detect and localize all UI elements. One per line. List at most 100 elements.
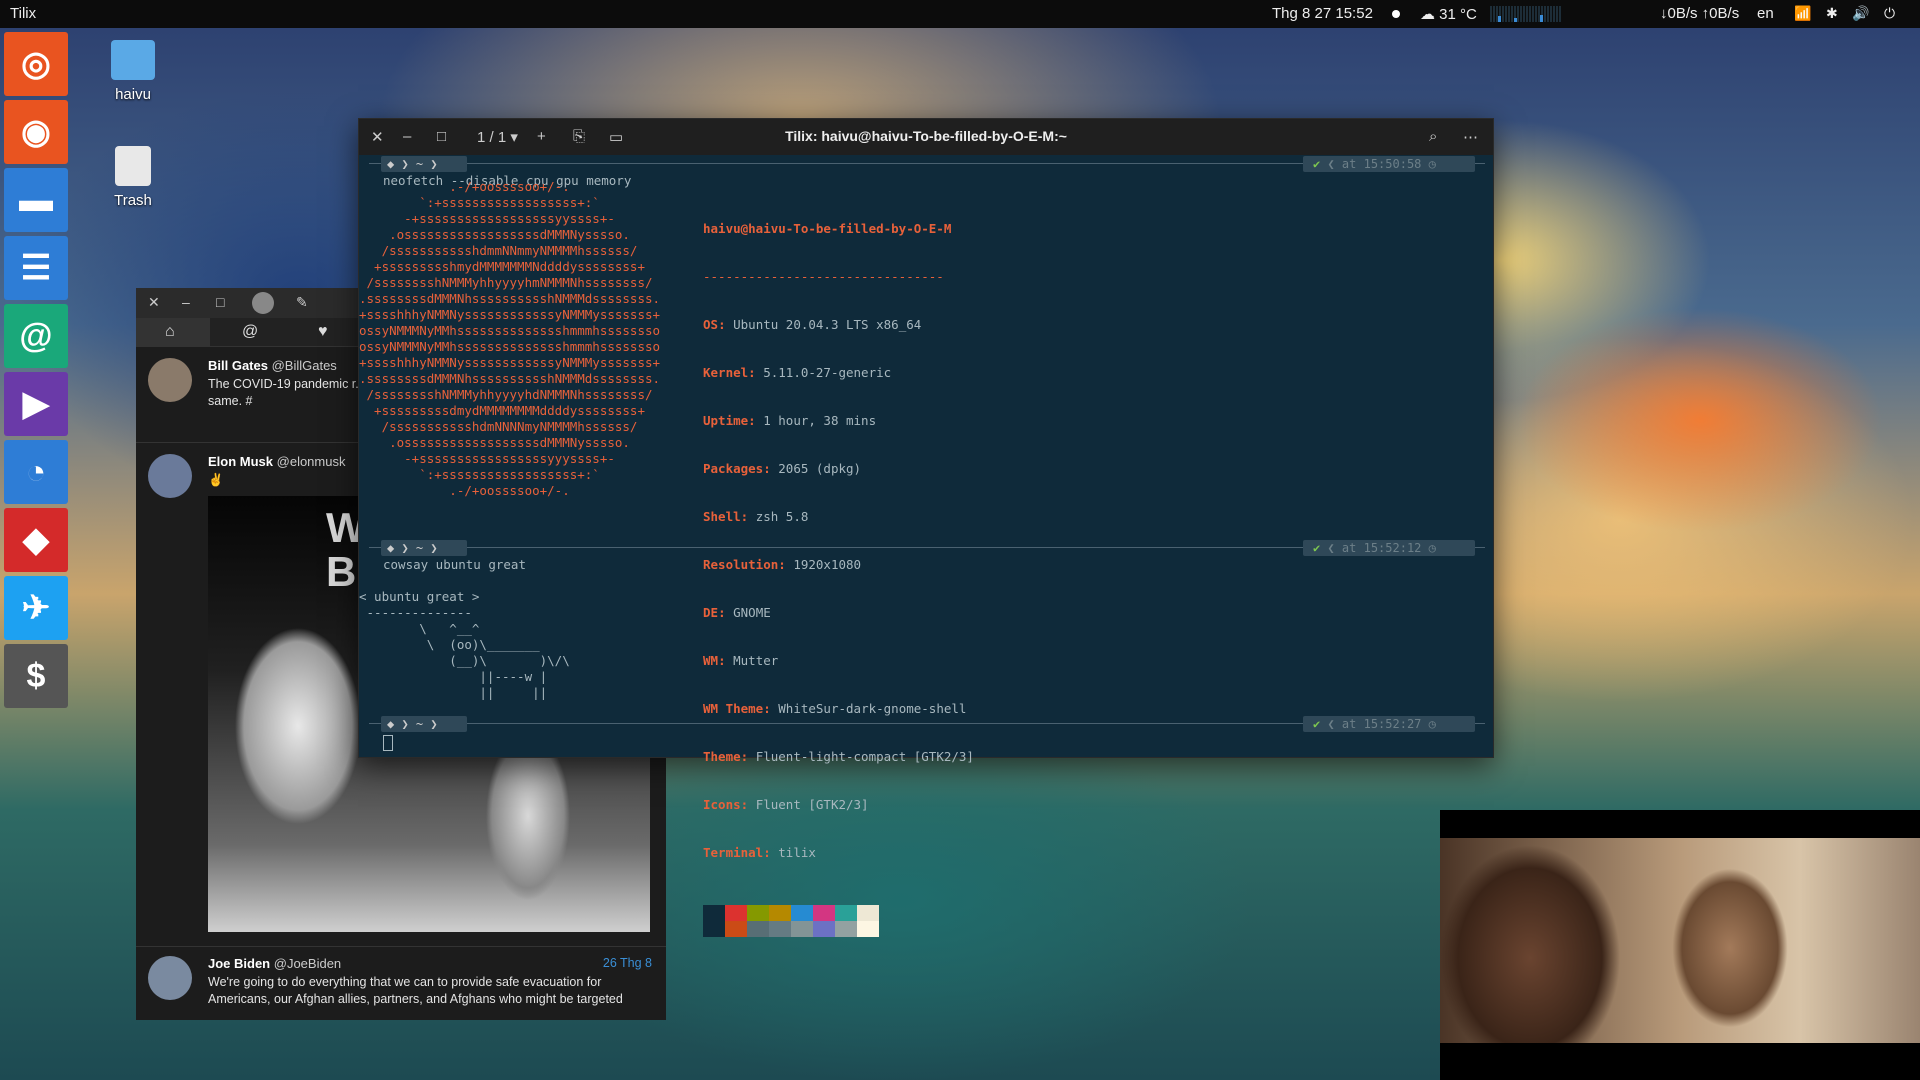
video-frame[interactable] xyxy=(1440,838,1920,1043)
avatar[interactable] xyxy=(148,956,192,1000)
terminal-body[interactable]: ◆ ❯ ~ ❯ ✔ ❮ at 15:50:58 ◷ neofetch --dis… xyxy=(359,155,1493,937)
tweet-author[interactable]: Elon Musk @elonmusk xyxy=(208,454,345,469)
user-host: haivu@haivu-To-be-filled-by-O-E-M xyxy=(703,221,952,236)
tweet-date[interactable]: 26 Thg 8 xyxy=(603,956,652,970)
cowsay-output: < ubuntu great > -------------- \ ^__^ \… xyxy=(359,589,570,700)
twitter-icon[interactable]: ✈ xyxy=(4,576,68,640)
window-title: Tilix: haivu@haivu-To-be-filled-by-O-E-M… xyxy=(785,128,1067,144)
tweet[interactable]: Joe Biden @JoeBiden 26 Thg 8 We're going… xyxy=(136,950,666,1020)
ubuntu-software-icon[interactable]: ◎ xyxy=(4,32,68,96)
trash-icon xyxy=(115,146,151,186)
gauge-icon[interactable]: ◔ xyxy=(4,440,68,504)
weather-temp: 31 °C xyxy=(1439,6,1477,23)
color-swatch xyxy=(791,905,813,921)
menu-icon[interactable]: ⋯ xyxy=(1463,128,1478,146)
prompt-bar: ◆ ❯ ~ ❯ ✔ ❮ at 15:52:27 ◷ xyxy=(369,715,1485,733)
info-row: Packages: 2065 (dpkg) xyxy=(703,461,862,476)
maximize-icon[interactable]: □ xyxy=(216,294,224,310)
tweet-author[interactable]: Joe Biden @JoeBiden xyxy=(208,956,341,971)
command-text: cowsay ubuntu great xyxy=(383,557,526,572)
prompt-left: ◆ ❯ ~ ❯ xyxy=(381,540,467,556)
folder-icon xyxy=(111,40,155,80)
color-swatch xyxy=(813,905,835,921)
cpu-graph[interactable] xyxy=(1490,6,1562,22)
color-swatch xyxy=(835,905,857,921)
avatar[interactable] xyxy=(148,358,192,402)
compose-icon[interactable]: ✎ xyxy=(296,294,308,311)
news-icon[interactable]: ☰ xyxy=(4,236,68,300)
wifi-icon[interactable]: 📶 xyxy=(1794,5,1811,22)
clock[interactable]: Thg 8 27 15:52 xyxy=(1272,5,1373,22)
chrome-icon[interactable]: ◉ xyxy=(4,100,68,164)
info-row: Uptime: 1 hour, 38 mins xyxy=(703,413,877,428)
color-palette xyxy=(703,905,974,937)
trash-label: Trash xyxy=(114,192,152,209)
volume-icon[interactable]: 🔊 xyxy=(1852,5,1869,22)
mail-icon[interactable]: @ xyxy=(4,304,68,368)
account-avatar[interactable] xyxy=(252,292,274,314)
prompt-bar: ◆ ❯ ~ ❯ ✔ ❮ at 15:52:12 ◷ xyxy=(369,539,1485,557)
separator: -------------------------------- xyxy=(703,269,944,284)
prompt-right: ✔ ❮ at 15:52:12 ◷ xyxy=(1303,540,1475,556)
neofetch-info: haivu@haivu-To-be-filled-by-O-E-M ------… xyxy=(703,189,974,969)
search-icon[interactable]: ⌕ xyxy=(1429,128,1437,145)
info-row: Terminal: tilix xyxy=(703,845,816,860)
color-swatch xyxy=(769,905,791,921)
color-swatch xyxy=(725,921,747,937)
color-swatch xyxy=(857,921,879,937)
color-swatch xyxy=(791,921,813,937)
terminal-icon[interactable]: $ xyxy=(4,644,68,708)
info-row: OS: Ubuntu 20.04.3 LTS x86_64 xyxy=(703,317,922,332)
cloud-icon: ☁ xyxy=(1420,6,1435,23)
color-swatch xyxy=(725,905,747,921)
info-row: Kernel: 5.11.0-27-generic xyxy=(703,365,892,380)
close-icon[interactable]: ✕ xyxy=(148,294,160,311)
prompt-bar: ◆ ❯ ~ ❯ ✔ ❮ at 15:50:58 ◷ xyxy=(369,155,1485,173)
prompt-right: ✔ ❮ at 15:50:58 ◷ xyxy=(1303,156,1475,172)
power-icon[interactable]: ⏻ xyxy=(1884,5,1895,22)
language-indicator[interactable]: en xyxy=(1757,5,1774,22)
info-row: Shell: zsh 5.8 xyxy=(703,509,809,524)
tweet-text: We're going to do everything that we can… xyxy=(208,975,623,1006)
anydesk-icon[interactable]: ◆ xyxy=(4,508,68,572)
bluetooth-icon[interactable]: ✱ xyxy=(1826,5,1838,22)
prompt-left: ◆ ❯ ~ ❯ xyxy=(381,156,467,172)
color-swatch xyxy=(857,905,879,921)
mentions-icon[interactable]: @ xyxy=(242,323,258,341)
info-row: WM: Mutter xyxy=(703,653,779,668)
color-swatch xyxy=(703,921,725,937)
neofetch-ascii-art: .-/+oossssoo+/-. `:+ssssssssssssssssss+:… xyxy=(359,179,661,498)
info-row: Resolution: 1920x1080 xyxy=(703,557,862,572)
info-row: DE: GNOME xyxy=(703,605,771,620)
color-swatch xyxy=(703,905,725,921)
video-player[interactable] xyxy=(1440,810,1920,1080)
info-row: Theme: Fluent-light-compact [GTK2/3] xyxy=(703,749,974,764)
home-folder-shortcut[interactable]: haivu xyxy=(88,40,178,103)
color-swatch xyxy=(747,921,769,937)
notification-dot xyxy=(1392,10,1400,18)
color-swatch xyxy=(747,905,769,921)
avatar[interactable] xyxy=(148,454,192,498)
prompt-left: ◆ ❯ ~ ❯ xyxy=(381,716,467,732)
minimize-icon[interactable]: – xyxy=(182,294,190,310)
cursor xyxy=(383,735,393,751)
weather-indicator[interactable]: ☁ 31 °C xyxy=(1420,5,1477,23)
color-swatch xyxy=(769,921,791,937)
info-row: Icons: Fluent [GTK2/3] xyxy=(703,797,869,812)
play-icon[interactable]: ▶ xyxy=(4,372,68,436)
home-icon[interactable]: ⌂ xyxy=(165,323,175,341)
home-label: haivu xyxy=(115,86,151,103)
prompt-right: ✔ ❮ at 15:52:27 ◷ xyxy=(1303,716,1475,732)
heart-icon[interactable]: ♥ xyxy=(318,323,328,341)
net-speed[interactable]: ↓0B/s ↑0B/s xyxy=(1660,5,1739,22)
trash-shortcut[interactable]: Trash xyxy=(88,146,178,209)
tilix-window: ✕ – □ 1 / 1 ▾ + ⎘ ▭ Tilix: haivu@haivu-T… xyxy=(358,118,1494,937)
active-app-name[interactable]: Tilix xyxy=(10,5,36,22)
color-swatch xyxy=(813,921,835,937)
tilix-titlebar: ✕ – □ 1 / 1 ▾ + ⎘ ▭ Tilix: haivu@haivu-T… xyxy=(359,119,1493,155)
color-swatch xyxy=(835,921,857,937)
top-panel: Tilix Thg 8 27 15:52 ☁ 31 °C ↓0B/s ↑0B/s… xyxy=(0,0,1920,28)
dock: ◎ ◉ ▬ ☰ @ ▶ ◔ ◆ ✈ $ xyxy=(0,28,72,1080)
tweet-author[interactable]: Bill Gates @BillGates xyxy=(208,358,337,373)
files-icon[interactable]: ▬ xyxy=(4,168,68,232)
